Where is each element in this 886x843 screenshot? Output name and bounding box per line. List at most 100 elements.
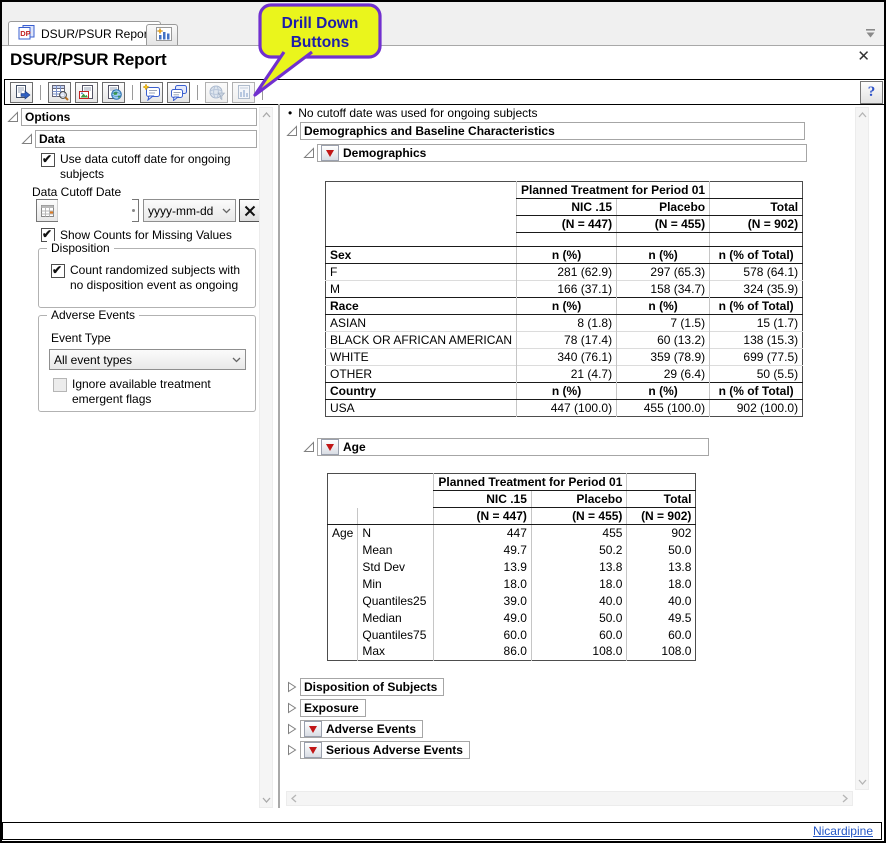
value-cell: 447 bbox=[434, 525, 532, 542]
header-spacer bbox=[328, 508, 358, 525]
section-header[interactable]: Serious Adverse Events bbox=[300, 741, 470, 759]
demographics-header[interactable]: Demographics bbox=[317, 144, 807, 162]
stat-header: n (%) bbox=[517, 298, 617, 315]
drill-down-button[interactable] bbox=[304, 742, 322, 758]
section-label: Adverse Events bbox=[326, 722, 416, 736]
report-vertical-scrollbar[interactable] bbox=[855, 107, 869, 790]
dataset-link[interactable]: Nicardipine bbox=[813, 824, 873, 838]
value-cell: 60.0 bbox=[627, 627, 696, 644]
scroll-down-icon[interactable] bbox=[856, 776, 868, 788]
stat-label: Quantiles75 bbox=[358, 627, 434, 644]
report-toolbar: ? bbox=[4, 79, 886, 105]
value-cell: 49.7 bbox=[434, 542, 532, 559]
count-randomized-label: Count randomized subjects with no dispos… bbox=[70, 263, 248, 293]
collapse-open-icon[interactable] bbox=[302, 441, 315, 454]
scroll-right-icon[interactable] bbox=[839, 792, 851, 804]
variable-label bbox=[328, 644, 358, 661]
section-label: Race bbox=[326, 298, 517, 315]
close-icon[interactable]: ✕ bbox=[857, 49, 870, 64]
scroll-up-icon[interactable] bbox=[856, 109, 868, 121]
cutoff-date-input[interactable] bbox=[58, 199, 132, 222]
demographics-baseline-outline: Demographics and Baseline Characteristic… bbox=[285, 122, 805, 140]
section-label: Country bbox=[326, 383, 517, 400]
report-horizontal-scrollbar[interactable] bbox=[286, 791, 853, 806]
show-notes-icon[interactable] bbox=[167, 82, 190, 103]
bullet-icon: • bbox=[288, 106, 292, 120]
value-cell: 50.0 bbox=[531, 610, 627, 627]
data-outline: Data bbox=[20, 130, 257, 148]
age-header[interactable]: Age bbox=[317, 438, 709, 456]
calendar-icon[interactable] bbox=[37, 200, 58, 221]
event-type-dropdown[interactable]: All event types bbox=[49, 349, 246, 370]
publish-web-icon[interactable] bbox=[102, 82, 125, 103]
value-cell: 324 (35.9) bbox=[710, 281, 803, 298]
collapse-closed-icon[interactable] bbox=[285, 702, 298, 715]
scroll-down-icon[interactable] bbox=[260, 794, 272, 806]
ignore-te-flags-checkbox[interactable] bbox=[53, 378, 67, 392]
app-window: DP DSUR/PSUR Report bbox=[0, 0, 886, 843]
options-outline: Options bbox=[6, 108, 257, 126]
data-header[interactable]: Data bbox=[35, 130, 257, 148]
value-cell: 13.8 bbox=[627, 559, 696, 576]
collapse-open-icon[interactable] bbox=[20, 133, 33, 146]
value-cell: 455 (100.0) bbox=[617, 400, 710, 417]
value-cell: 60.0 bbox=[531, 627, 627, 644]
panel-divider[interactable] bbox=[278, 104, 280, 808]
scroll-up-icon[interactable] bbox=[260, 109, 272, 121]
tab-graph-builder[interactable] bbox=[146, 24, 178, 45]
cutoff-date-field[interactable] bbox=[36, 199, 139, 222]
row-label: F bbox=[326, 264, 517, 281]
age-drill-down-button[interactable] bbox=[321, 439, 339, 455]
gap-cell bbox=[517, 233, 617, 247]
collapse-open-icon[interactable] bbox=[302, 147, 315, 160]
tab-list-dropdown-icon[interactable] bbox=[865, 28, 876, 42]
value-cell: 78 (17.4) bbox=[517, 332, 617, 349]
drill-down-button[interactable] bbox=[304, 721, 322, 737]
use-cutoff-checkbox[interactable] bbox=[41, 153, 55, 167]
count-randomized-checkbox[interactable] bbox=[51, 264, 65, 278]
gap-cell bbox=[326, 233, 517, 247]
data-table-view-icon[interactable] bbox=[48, 82, 71, 103]
disposition-group: Disposition Count randomized subjects wi… bbox=[38, 248, 256, 308]
clear-date-button[interactable] bbox=[239, 199, 261, 222]
toolbar-separator bbox=[40, 85, 41, 100]
dp-report-icon: DP bbox=[18, 25, 36, 43]
section-header[interactable]: Disposition of Subjects bbox=[300, 678, 444, 696]
header-spacer bbox=[358, 508, 434, 525]
stat-label: N bbox=[358, 525, 434, 542]
save-image-icon[interactable] bbox=[75, 82, 98, 103]
column-header: Total bbox=[710, 199, 803, 216]
collapse-closed-icon[interactable] bbox=[285, 723, 298, 736]
section-header[interactable]: Adverse Events bbox=[300, 720, 423, 738]
help-button[interactable]: ? bbox=[860, 81, 883, 104]
show-counts-checkbox[interactable] bbox=[41, 228, 55, 242]
scroll-left-icon[interactable] bbox=[288, 792, 300, 804]
open-report-icon[interactable] bbox=[10, 82, 33, 103]
value-cell: 166 (37.1) bbox=[517, 281, 617, 298]
column-header: NIC .15 bbox=[434, 491, 532, 508]
variable-label bbox=[328, 627, 358, 644]
adverse-events-group-title: Adverse Events bbox=[47, 308, 139, 322]
demographics-drill-down-button[interactable] bbox=[321, 145, 339, 161]
gap-cell bbox=[617, 233, 710, 247]
n-count-header: (N = 902) bbox=[627, 508, 696, 525]
options-scrollbar[interactable] bbox=[259, 107, 273, 808]
value-cell: 699 (77.5) bbox=[710, 349, 803, 366]
demographics-baseline-header[interactable]: Demographics and Baseline Characteristic… bbox=[300, 122, 805, 140]
section-header[interactable]: Exposure bbox=[300, 699, 366, 717]
date-format-dropdown[interactable]: yyyy-mm-dd bbox=[143, 199, 236, 222]
value-cell: 50.0 bbox=[627, 542, 696, 559]
stat-header: n (%) bbox=[617, 247, 710, 264]
age-table: Planned Treatment for Period 01NIC .15Pl… bbox=[327, 473, 696, 661]
value-cell: 49.5 bbox=[627, 610, 696, 627]
collapse-closed-icon[interactable] bbox=[285, 681, 298, 694]
value-cell: 40.0 bbox=[531, 593, 627, 610]
value-cell: 902 bbox=[627, 525, 696, 542]
collapse-open-icon[interactable] bbox=[6, 111, 19, 124]
n-count-header: (N = 902) bbox=[710, 216, 803, 233]
collapse-closed-icon[interactable] bbox=[285, 744, 298, 757]
options-header[interactable]: Options bbox=[21, 108, 257, 126]
collapse-open-icon[interactable] bbox=[285, 125, 298, 138]
tab-dsur-psur-report[interactable]: DP DSUR/PSUR Report bbox=[8, 21, 161, 45]
add-note-icon[interactable] bbox=[140, 82, 163, 103]
